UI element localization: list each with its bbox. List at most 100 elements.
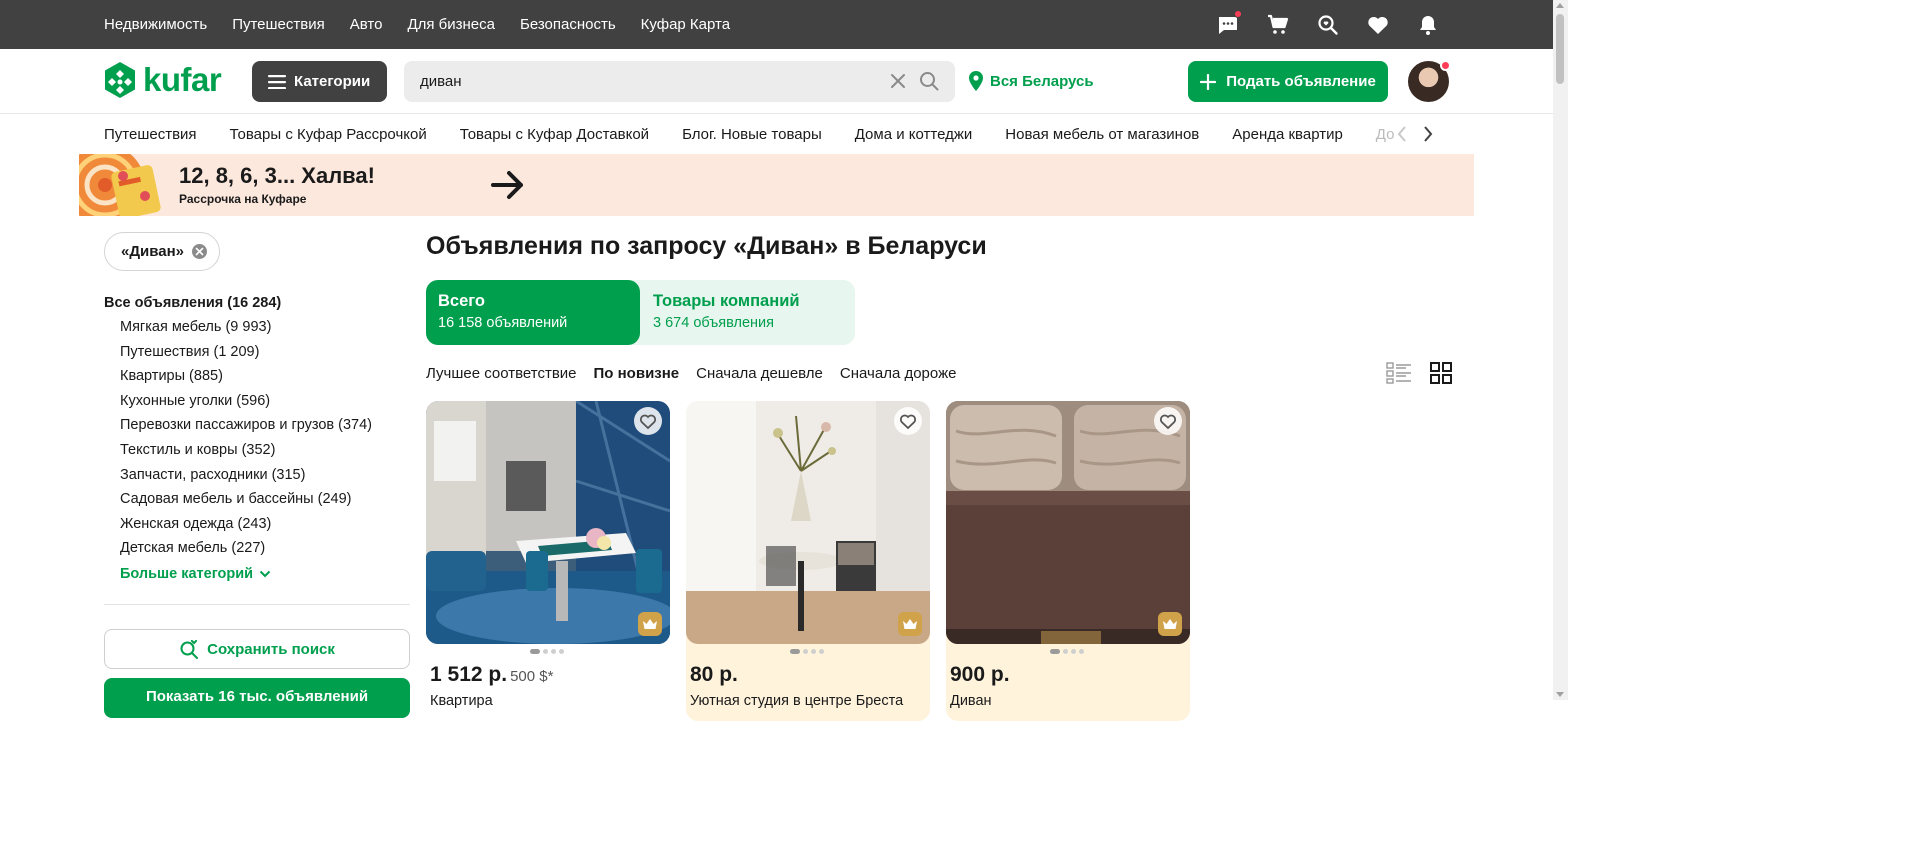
listing-title: Квартира	[430, 693, 493, 709]
strip-item-houses[interactable]: Дома и коттеджи	[855, 126, 973, 143]
category-item[interactable]: Запчасти, расходники (315)	[104, 464, 410, 489]
result-tabs: Всего 16 158 объявлений Товары компаний …	[426, 280, 855, 345]
listing-photo	[946, 401, 1190, 644]
avatar[interactable]	[1408, 60, 1451, 102]
sort-newest[interactable]: По новизне	[594, 365, 680, 382]
more-categories-label: Больше категорий	[120, 566, 254, 582]
chat-badge	[1234, 9, 1242, 18]
sort-expensive[interactable]: Сначала дороже	[840, 365, 957, 382]
show-results-button[interactable]: Показать 16 тыс. объявлений	[104, 678, 410, 718]
listing-photo	[426, 401, 670, 644]
clear-icon[interactable]	[889, 72, 907, 95]
category-item[interactable]: Детская мебель (227)	[104, 537, 410, 562]
location-pin-icon	[969, 71, 983, 91]
crown-icon	[898, 612, 922, 636]
category-item[interactable]: Текстиль и ковры (352)	[104, 439, 410, 464]
top-nav-real-estate[interactable]: Недвижимость	[104, 16, 207, 33]
chevron-down-icon	[259, 570, 271, 578]
strip-item-rent[interactable]: Аренда квартир	[1232, 126, 1343, 143]
grid-view-icon[interactable]	[1430, 362, 1452, 389]
halva-card-art	[79, 154, 161, 216]
page-scrollbar[interactable]	[1553, 0, 1568, 700]
strip-item-delivery[interactable]: Товары с Куфар Доставкой	[460, 126, 649, 143]
listing-title: Диван	[950, 693, 992, 709]
category-item[interactable]: Путешествия (1 209)	[104, 341, 410, 366]
photo-dots	[1050, 649, 1084, 654]
tab-companies-label: Товары компаний	[653, 292, 800, 310]
strip-item-travel[interactable]: Путешествия	[104, 126, 197, 143]
listing-card[interactable]: 1 512 р. 500 $* Квартира	[426, 401, 670, 721]
listing-price-value: 1 512 р.	[430, 663, 508, 686]
plus-icon	[1200, 73, 1217, 90]
logo-text: kufar	[143, 61, 222, 98]
category-all[interactable]: Все объявления (16 284)	[104, 292, 410, 316]
banner-title: 12, 8, 6, 3... Халва!	[179, 163, 375, 188]
remove-chip-icon[interactable]	[192, 244, 208, 259]
crown-icon	[638, 612, 662, 636]
tab-all-count: 16 158 объявлений	[438, 315, 568, 331]
listing-card[interactable]: 80 р. Уютная студия в центре Бреста	[686, 401, 930, 721]
category-item[interactable]: Женская одежда (243)	[104, 513, 410, 538]
list-view-icon[interactable]	[1386, 362, 1412, 389]
chevron-right-icon[interactable]	[1422, 124, 1434, 149]
top-nav-kufar-card[interactable]: Куфар Карта	[641, 16, 730, 33]
category-item[interactable]: Садовая мебель и бассейны (249)	[104, 488, 410, 513]
search-input[interactable]	[420, 61, 860, 102]
cart-icon[interactable]	[1266, 13, 1290, 37]
sort-cheapest[interactable]: Сначала дешевле	[696, 365, 823, 382]
kufar-logo[interactable]: kufar	[103, 61, 222, 99]
top-nav-security[interactable]: Безопасность	[520, 16, 616, 33]
chat-icon[interactable]	[1216, 9, 1242, 37]
photo-dots	[790, 649, 824, 654]
favorite-icon[interactable]	[1154, 407, 1182, 435]
heart-icon[interactable]	[1366, 13, 1390, 37]
categories-button[interactable]: Категории	[252, 61, 387, 102]
top-nav-travel[interactable]: Путешествия	[232, 16, 325, 33]
sidebar-divider	[104, 604, 410, 605]
region-label: Вся Беларусь	[990, 72, 1094, 90]
search-icon[interactable]	[919, 71, 939, 96]
top-nav-auto[interactable]: Авто	[350, 16, 383, 33]
tab-all-label: Всего	[438, 292, 486, 310]
scrollbar-thumb[interactable]	[1556, 14, 1564, 84]
scroll-up-icon[interactable]	[1556, 3, 1564, 8]
top-nav-business[interactable]: Для бизнеса	[407, 16, 495, 33]
category-item[interactable]: Мягкая мебель (9 993)	[104, 316, 410, 341]
post-ad-button[interactable]: Подать объявление	[1188, 61, 1388, 102]
arrow-right-icon	[489, 166, 527, 209]
favorite-icon[interactable]	[634, 407, 662, 435]
strip-item-new-furniture[interactable]: Новая мебель от магазинов	[1005, 126, 1199, 143]
strip-arrows	[1396, 124, 1434, 149]
listing-price: 900 р.	[950, 663, 1013, 687]
promo-banner[interactable]: 12, 8, 6, 3... Халва! Рассрочка на Куфар…	[79, 154, 1474, 216]
banner-subtitle: Рассрочка на Куфаре	[179, 192, 307, 206]
save-search-label: Сохранить поиск	[207, 640, 335, 658]
category-item[interactable]: Перевозки пассажиров и грузов (374)	[104, 414, 410, 439]
region-selector[interactable]: Вся Беларусь	[968, 71, 1094, 91]
sort-best-match[interactable]: Лучшее соответствие	[426, 365, 577, 382]
page-title: Объявления по запросу «Диван» в Беларуси	[426, 232, 987, 260]
category-list: Все объявления (16 284) Мягкая мебель (9…	[104, 292, 410, 562]
more-categories-link[interactable]: Больше категорий	[120, 566, 271, 582]
chevron-left-icon[interactable]	[1396, 124, 1408, 149]
strip-item-installment[interactable]: Товары с Куфар Рассрочкой	[230, 126, 427, 143]
strip-item-blog[interactable]: Блог. Новые товары	[682, 126, 822, 143]
listing-price-value: 80 р.	[690, 663, 738, 686]
save-search-button[interactable]: Сохранить поиск	[104, 629, 410, 669]
search-heart-icon[interactable]	[1316, 13, 1340, 37]
listing-price: 1 512 р. 500 $*	[430, 663, 553, 687]
header: kufar Категории Вся Беларусь Подать объя…	[0, 49, 1568, 114]
tab-all[interactable]: Всего 16 158 объявлений	[426, 280, 640, 345]
menu-icon	[268, 74, 286, 89]
bell-icon[interactable]	[1416, 13, 1440, 37]
listing-price: 80 р.	[690, 663, 741, 687]
save-search-icon	[180, 639, 199, 659]
tab-companies[interactable]: Товары компаний 3 674 объявления	[641, 280, 855, 345]
tab-companies-count: 3 674 объявления	[653, 315, 774, 331]
favorite-icon[interactable]	[894, 407, 922, 435]
category-item[interactable]: Кухонные уголки (596)	[104, 390, 410, 415]
category-item[interactable]: Квартиры (885)	[104, 365, 410, 390]
strip-item-more[interactable]: Дома	[1376, 126, 1394, 143]
listing-card[interactable]: 900 р. Диван	[946, 401, 1190, 721]
scroll-down-icon[interactable]	[1556, 692, 1564, 697]
